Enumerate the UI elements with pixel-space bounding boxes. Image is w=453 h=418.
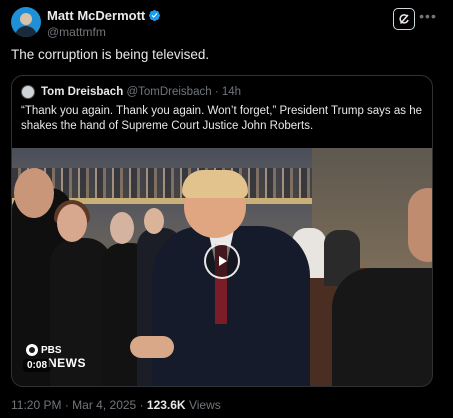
grok-button[interactable]: [393, 8, 415, 30]
author-handle[interactable]: @mattmfm: [47, 25, 106, 39]
views-label: Views: [188, 398, 221, 412]
more-icon[interactable]: •••: [418, 7, 438, 27]
video-player[interactable]: PBS NEWS 0:08: [12, 148, 432, 386]
video-scene-person: [332, 268, 432, 386]
author-avatar[interactable]: [11, 7, 41, 37]
video-scene-person: [57, 204, 87, 242]
meta-separator: ·: [64, 398, 69, 412]
quoted-header: Tom Dreisbach @TomDreisbach · 14h: [41, 86, 241, 98]
meta-separator-2: ·: [139, 398, 144, 412]
video-duration: 0:08: [23, 359, 52, 372]
tweet: Matt McDermott @mattmfm ••• The corrupti…: [0, 0, 453, 418]
pbs-logo-text: PBS: [41, 344, 62, 356]
video-scene-person: [14, 168, 54, 218]
quoted-time[interactable]: 14h: [222, 86, 241, 98]
quoted-tweet[interactable]: Tom Dreisbach @TomDreisbach · 14h “Thank…: [11, 75, 433, 387]
video-scene-person: [144, 208, 164, 234]
tweet-date[interactable]: Mar 4, 2025: [72, 398, 136, 412]
quoted-display-name[interactable]: Tom Dreisbach: [41, 86, 123, 98]
tweet-meta: 11:20 PM · Mar 4, 2025 · 123.6K Views: [11, 398, 221, 412]
author-name-row: Matt McDermott: [47, 8, 161, 23]
video-scene-person: [182, 170, 248, 198]
tweet-text: The corruption is being televised.: [11, 47, 210, 62]
author-display-name[interactable]: Matt McDermott: [47, 8, 145, 23]
verified-badge-icon: [149, 9, 161, 22]
pbs-circle-icon: [26, 344, 38, 356]
video-scene-person: [408, 188, 432, 262]
quoted-separator: ·: [214, 86, 219, 98]
quoted-text: “Thank you again. Thank you again. Won’t…: [21, 105, 423, 132]
play-icon: [219, 256, 227, 266]
play-button[interactable]: [204, 243, 240, 279]
pbs-logo: PBS: [26, 344, 62, 356]
video-scene-handshake: [130, 336, 174, 358]
grok-icon: [399, 14, 409, 24]
video-scene-person: [110, 212, 134, 244]
quoted-handle[interactable]: @TomDreisbach: [126, 86, 211, 98]
views-count: 123.6K: [146, 398, 186, 412]
tweet-time[interactable]: 11:20 PM: [11, 398, 61, 412]
pbs-logo-subtext: NEWS: [48, 356, 86, 370]
quoted-author-avatar[interactable]: [21, 85, 35, 99]
